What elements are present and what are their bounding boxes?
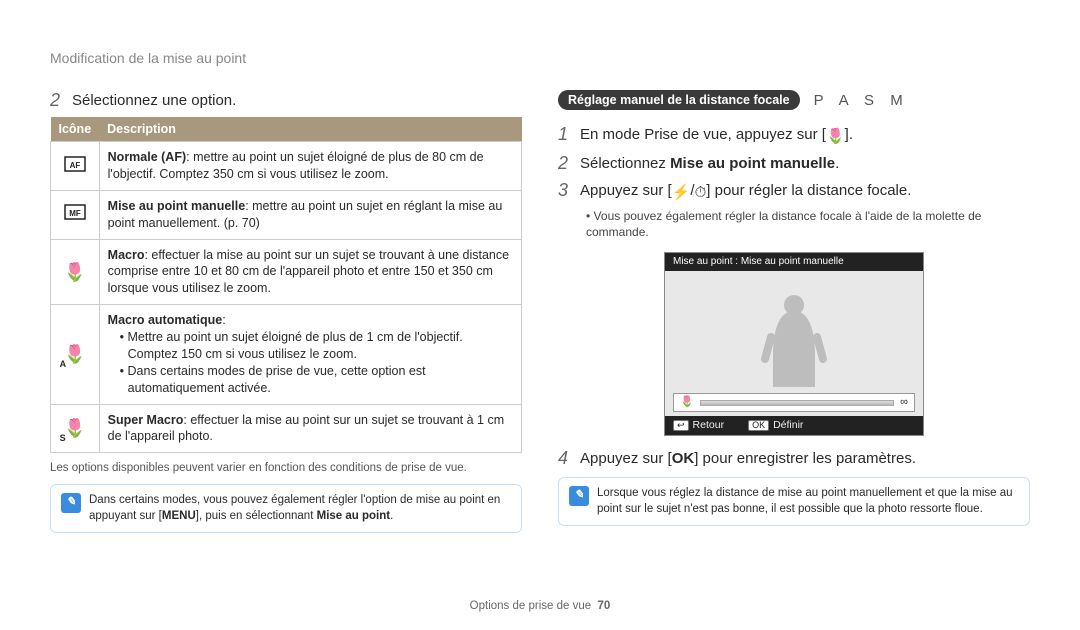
- timer-icon: ⏱: [695, 182, 707, 203]
- table-row: 🌷 Macro: effectuer la mise au point sur …: [51, 239, 522, 305]
- step-text: Sélectionnez une option.: [72, 90, 522, 111]
- preview-title: Mise au point : Mise au point manuelle: [665, 253, 923, 271]
- th-description: Description: [99, 117, 521, 142]
- super-macro-icon: 🌷S: [51, 404, 100, 453]
- row4-title: Macro automatique: [108, 313, 223, 327]
- table-row: 🌷S Super Macro: effectuer la mise au poi…: [51, 404, 522, 453]
- table-row: MF Mise au point manuelle: mettre au poi…: [51, 190, 522, 239]
- info-icon: ✎: [61, 493, 81, 513]
- focus-options-table: Icône Description AF Normale (AF): mettr…: [50, 117, 522, 453]
- auto-macro-icon: 🌷A: [51, 305, 100, 404]
- svg-text:MF: MF: [69, 209, 81, 218]
- back-label: Retour: [693, 420, 725, 431]
- row3-text: : effectuer la mise au point sur un suje…: [108, 248, 509, 296]
- slider-left-icon: 🌷: [680, 397, 694, 408]
- table-row: AF Normale (AF): mettre au point un suje…: [51, 142, 522, 191]
- ok-label: Définir: [773, 420, 803, 431]
- mode-letters: P A S M: [814, 92, 909, 109]
- preview-body: [665, 271, 923, 389]
- screen-preview: Mise au point : Mise au point manuelle 🌷…: [664, 252, 924, 436]
- table-row: 🌷A Macro automatique: • Mettre au point …: [51, 305, 522, 404]
- section-pill: Réglage manuel de la distance focale: [558, 90, 800, 110]
- row4-bullet1: • Mettre au point un sujet éloigné de pl…: [120, 329, 513, 363]
- slider-right-icon: ∞: [900, 397, 908, 408]
- row4-colon: :: [222, 313, 225, 327]
- tip-box-right: ✎ Lorsque vous réglez la distance de mis…: [558, 477, 1030, 526]
- af-icon: AF: [51, 142, 100, 191]
- tip-text-right: Lorsque vous réglez la distance de mise …: [597, 486, 1019, 517]
- tip-box-left: ✎ Dans certains modes, vous pouvez égale…: [50, 484, 522, 533]
- info-icon: ✎: [569, 486, 589, 506]
- tip-text: Dans certains modes, vous pouvez égaleme…: [89, 493, 511, 524]
- row5-title: Super Macro: [108, 413, 184, 427]
- breadcrumb: Modification de la mise au point: [50, 50, 1030, 66]
- row3-title: Macro: [108, 248, 145, 262]
- right-column: Réglage manuel de la distance focale P A…: [558, 90, 1030, 533]
- row1-title: Normale (AF): [108, 150, 186, 164]
- person-silhouette-icon: [759, 287, 829, 387]
- step-4-right: 4 Appuyez sur [OK] pour enregistrer les …: [558, 448, 1030, 469]
- th-icon: Icône: [51, 117, 100, 142]
- page-footer: Options de prise de vue 70: [0, 600, 1080, 612]
- step-2-right: 2 Sélectionnez Mise au point manuelle.: [558, 153, 1030, 174]
- left-column: 2 Sélectionnez une option. Icône Descrip…: [50, 90, 522, 533]
- mf-icon: MF: [51, 190, 100, 239]
- preview-footer: ↩ Retour OK Définir: [665, 416, 923, 435]
- step-3-right: 3 Appuyez sur [⚡/⏱] pour régler la dista…: [558, 180, 1030, 203]
- back-key-icon: ↩: [673, 420, 689, 431]
- row4-bullet2: • Dans certains modes de prise de vue, c…: [120, 363, 513, 397]
- svg-text:AF: AF: [69, 161, 80, 170]
- macro-icon: 🌷: [51, 239, 100, 305]
- distance-slider: 🌷 ∞: [673, 393, 915, 412]
- flower-icon: 🌷: [826, 126, 845, 147]
- row2-title: Mise au point manuelle: [108, 199, 246, 213]
- step-1-right: 1 En mode Prise de vue, appuyez sur [🌷].: [558, 124, 1030, 147]
- step-2: 2 Sélectionnez une option.: [50, 90, 522, 111]
- slider-bar: [700, 400, 894, 406]
- step-number: 2: [50, 90, 72, 111]
- flash-icon: ⚡: [672, 182, 691, 203]
- step3-note: • Vous pouvez également régler la distan…: [586, 209, 1030, 240]
- availability-note: Les options disponibles peuvent varier e…: [50, 461, 522, 476]
- ok-key-icon: OK: [748, 420, 769, 431]
